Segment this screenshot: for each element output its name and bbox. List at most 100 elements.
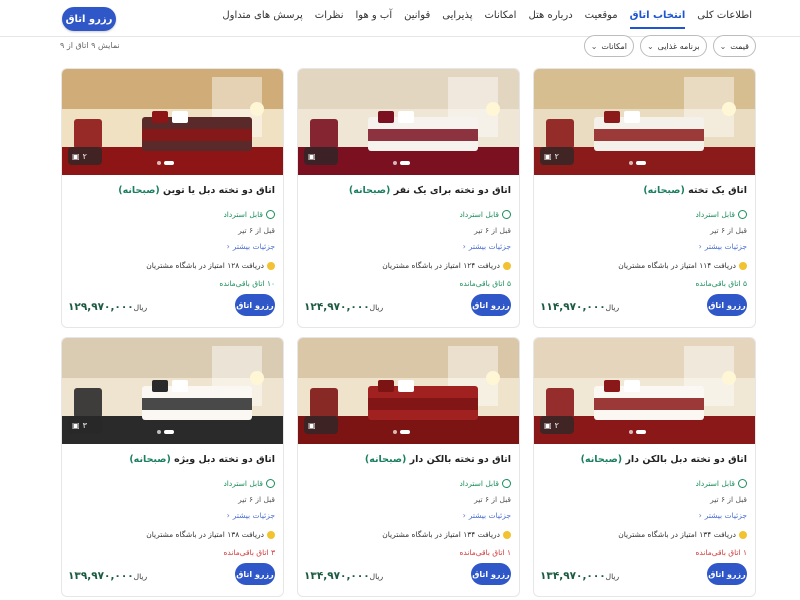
chevron-down-icon: ⌄ [646,41,654,51]
carousel-dots [629,161,646,165]
price-filter[interactable]: قیمت ⌄ [712,35,756,57]
carousel-dot-active[interactable] [400,161,410,165]
room-name: اتاق دو تخته دبل یا توین [163,185,275,196]
chevron-left-icon: ‹ [226,511,230,520]
gallery-count: ۲ [82,151,87,161]
hotel-tabs: اطلاعات کلی انتخاب اتاق موقعیت درباره هت… [222,10,752,29]
carousel-dots [393,430,410,434]
refundable-status: قابل استرداد [223,479,275,488]
loyalty-reward: دریافت ۱۱۴ امتیاز در باشگاه مشتریان [618,261,747,270]
more-details-label: جزئیات بیشتر [704,511,747,520]
tab-reviews[interactable]: نظرات [315,10,344,29]
tab-weather[interactable]: آب و هوا [356,10,393,29]
carousel-dot[interactable] [393,161,397,165]
price-value: ۱۲۹,۹۷۰,۰۰۰ [68,301,134,313]
more-details-label: جزئیات بیشتر [232,511,275,520]
gallery-icon: ▣ [72,420,80,430]
gallery-badge[interactable]: ▣ [304,416,338,434]
currency-label: ریال [133,572,148,581]
meal-plan: (صبحانه) [580,454,623,465]
more-details-label: جزئیات بیشتر [468,242,511,251]
room-photo[interactable]: ▣ ۲ [62,69,283,175]
meal-plan: (صبحانه) [364,454,407,465]
refundable-label: قابل استرداد [695,479,735,488]
more-details-link[interactable]: جزئیات بیشتر ‹ [463,242,511,251]
carousel-dot-active[interactable] [164,430,174,434]
room-card: ▣ ۲ اتاق یک تخته (صبحانه) قابل استرداد ق… [533,68,756,328]
coin-icon [503,261,511,270]
carousel-dot-active[interactable] [400,430,410,434]
meal-plan: (صبحانه) [118,185,160,196]
tab-location[interactable]: موقعیت [585,10,618,29]
meal-plan-filter[interactable]: برنامه غذایی ⌄ [639,35,707,57]
facilities-filter[interactable]: امکانات ⌄ [583,35,634,57]
gallery-badge[interactable]: ▣ ۲ [540,147,574,165]
carousel-dot[interactable] [629,161,633,165]
refundable-label: قابل استرداد [223,210,263,219]
carousel-dot[interactable] [157,430,161,434]
reserve-room-button[interactable]: رزرو اتاق [471,294,511,316]
check-circle-icon [738,210,747,219]
carousel-dot-active[interactable] [636,161,646,165]
reserve-room-button[interactable]: رزرو اتاق [471,563,511,585]
tab-rules[interactable]: قوانین [404,10,430,29]
room-photo[interactable]: ▣ [298,338,519,444]
room-photo[interactable]: ▣ [298,69,519,175]
refundable-status: قابل استرداد [695,210,747,219]
chevron-down-icon: ⌄ [590,41,598,51]
gallery-badge[interactable]: ▣ ۲ [68,147,102,165]
tab-select-room[interactable]: انتخاب اتاق [629,10,686,29]
gallery-icon: ▣ [544,151,552,161]
refundable-status: قابل استرداد [695,479,747,488]
more-details-link[interactable]: جزئیات بیشتر ‹ [699,511,747,520]
reserve-room-button[interactable]: رزرو اتاق [707,294,747,316]
more-details-link[interactable]: جزئیات بیشتر ‹ [227,511,275,520]
room-card: ▣ ۳ اتاق دو تخته دبل ویژه (صبحانه) قابل … [61,337,284,597]
filter-bar: قیمت ⌄ برنامه غذایی ⌄ امکانات ⌄ [583,35,756,57]
tab-overview[interactable]: اطلاعات کلی [697,10,752,29]
tab-catering[interactable]: پذیرایی [442,10,472,29]
gallery-icon: ▣ [72,151,80,161]
reward-label: دریافت ۱۳۸ امتیاز در باشگاه مشتریان [146,530,264,539]
rooms-remaining: ۱ اتاق باقی‌مانده [695,548,747,557]
gallery-badge[interactable]: ▣ ۳ [68,416,102,434]
more-details-link[interactable]: جزئیات بیشتر ‹ [227,242,275,251]
carousel-dot[interactable] [393,430,397,434]
gallery-badge[interactable]: ▣ ۲ [540,416,574,434]
check-circle-icon [738,479,747,488]
more-details-link[interactable]: جزئیات بیشتر ‹ [699,242,747,251]
carousel-dot[interactable] [629,430,633,434]
room-title: اتاق دو تخته بالکن دار (صبحانه) [365,454,511,465]
meal-plan: (صبحانه) [348,185,391,196]
check-circle-icon [266,479,275,488]
carousel-dot-active[interactable] [636,430,646,434]
price-value: ۱۲۴,۹۷۰,۰۰۰ [304,301,370,313]
price-filter-label: قیمت [730,41,749,51]
more-details-link[interactable]: جزئیات بیشتر ‹ [463,511,511,520]
carousel-dot-active[interactable] [164,161,174,165]
refundable-label: قابل استرداد [695,210,735,219]
room-card: ▣ اتاق دو تخته برای یک نفر (صبحانه) قابل… [297,68,520,328]
reward-label: دریافت ۱۱۴ امتیاز در باشگاه مشتریان [618,261,736,270]
tab-about-hotel[interactable]: درباره هتل [528,10,572,29]
reserve-room-top-button[interactable]: رزرو اتاق [62,7,116,31]
meal-plan-filter-label: برنامه غذایی [657,41,700,51]
reserve-room-button[interactable]: رزرو اتاق [235,563,275,585]
chevron-left-icon: ‹ [698,242,702,251]
meal-plan: (صبحانه) [643,185,685,196]
carousel-dots [157,430,174,434]
tab-faq[interactable]: پرسش های متداول [222,10,302,29]
gallery-count: ۲ [554,420,559,430]
tab-facilities[interactable]: امکانات [484,10,516,29]
loyalty-reward: دریافت ۱۳۴ امتیاز در باشگاه مشتریان [382,530,511,539]
room-title: اتاق دو تخته دبل ویژه (صبحانه) [129,454,275,465]
room-photo[interactable]: ▣ ۳ [62,338,283,444]
room-photo[interactable]: ▣ ۲ [534,69,755,175]
loyalty-reward: دریافت ۱۳۴ امتیاز در باشگاه مشتریان [618,530,747,539]
reserve-room-button[interactable]: رزرو اتاق [707,563,747,585]
room-photo[interactable]: ▣ ۲ [534,338,755,444]
carousel-dot[interactable] [157,161,161,165]
gallery-badge[interactable]: ▣ [304,147,338,165]
reserve-room-button[interactable]: رزرو اتاق [235,294,275,316]
rooms-remaining: ۱ اتاق باقی‌مانده [459,548,511,557]
